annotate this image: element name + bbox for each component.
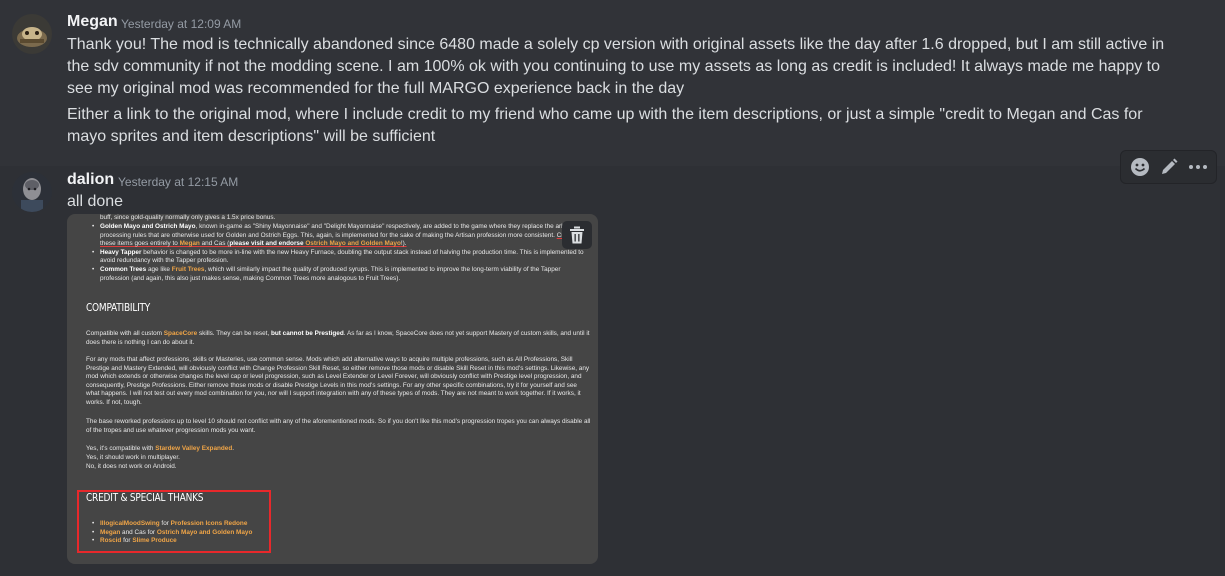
timestamp: Yesterday at 12:09 AM: [121, 17, 242, 31]
doc-paragraph: For any mods that affect professions, sk…: [86, 356, 590, 406]
avatar-megan[interactable]: [12, 14, 52, 54]
message-text: all done: [67, 193, 124, 210]
timestamp: Yesterday at 12:15 AM: [118, 175, 239, 189]
doc-heading-credits: CREDIT & SPECIAL THANKS: [86, 491, 204, 504]
author-name[interactable]: Megan: [67, 13, 118, 31]
doc-text: buff, since gold-quality normally only g…: [100, 214, 276, 221]
trash-icon[interactable]: [562, 221, 592, 249]
doc-heading-compatibility: COMPATIBILITY: [86, 301, 151, 314]
pencil-icon[interactable]: [1157, 155, 1181, 179]
author-name[interactable]: dalion: [67, 171, 114, 189]
more-icon[interactable]: [1186, 155, 1210, 179]
list-item: Common Trees age like Fruit Trees, which…: [86, 266, 591, 283]
doc-paragraph: The base reworked professions up to leve…: [86, 418, 591, 434]
doc-paragraph: Yes, it's compatible with Stardew Valley…: [86, 445, 235, 452]
emoji-icon[interactable]: [1128, 155, 1152, 179]
list-item: Heavy Tapper behavior is changed to be m…: [86, 249, 591, 266]
doc-paragraph: Compatible with all custom SpaceCore ski…: [86, 330, 590, 346]
list-item: Roscid for Slime Produce: [86, 537, 591, 546]
doc-paragraph: No, it does not work on Android.: [86, 463, 177, 470]
credits-list: IllogicalMoodSwing for Profession Icons …: [86, 520, 591, 546]
doc-paragraph: Yes, it should work in multiplayer.: [86, 454, 180, 461]
message-text: Either a link to the original mod, where…: [67, 106, 1143, 145]
message-text: Thank you! The mod is technically abando…: [67, 36, 1165, 97]
list-item: IllogicalMoodSwing for Profession Icons …: [86, 520, 591, 529]
image-attachment[interactable]: buff, since gold-quality normally only g…: [67, 214, 598, 564]
doc-bullet-list: Golden Mayo and Ostrich Mayo, known in-g…: [86, 223, 591, 283]
list-item: Megan and Cas for Ostrich Mayo and Golde…: [86, 529, 591, 538]
avatar-dalion[interactable]: [12, 172, 52, 212]
message-action-toolbar: [1120, 150, 1217, 184]
message-megan: Megan Yesterday at 12:09 AM Thank you! T…: [0, 0, 1225, 166]
list-item: Golden Mayo and Ostrich Mayo, known in-g…: [86, 223, 591, 249]
